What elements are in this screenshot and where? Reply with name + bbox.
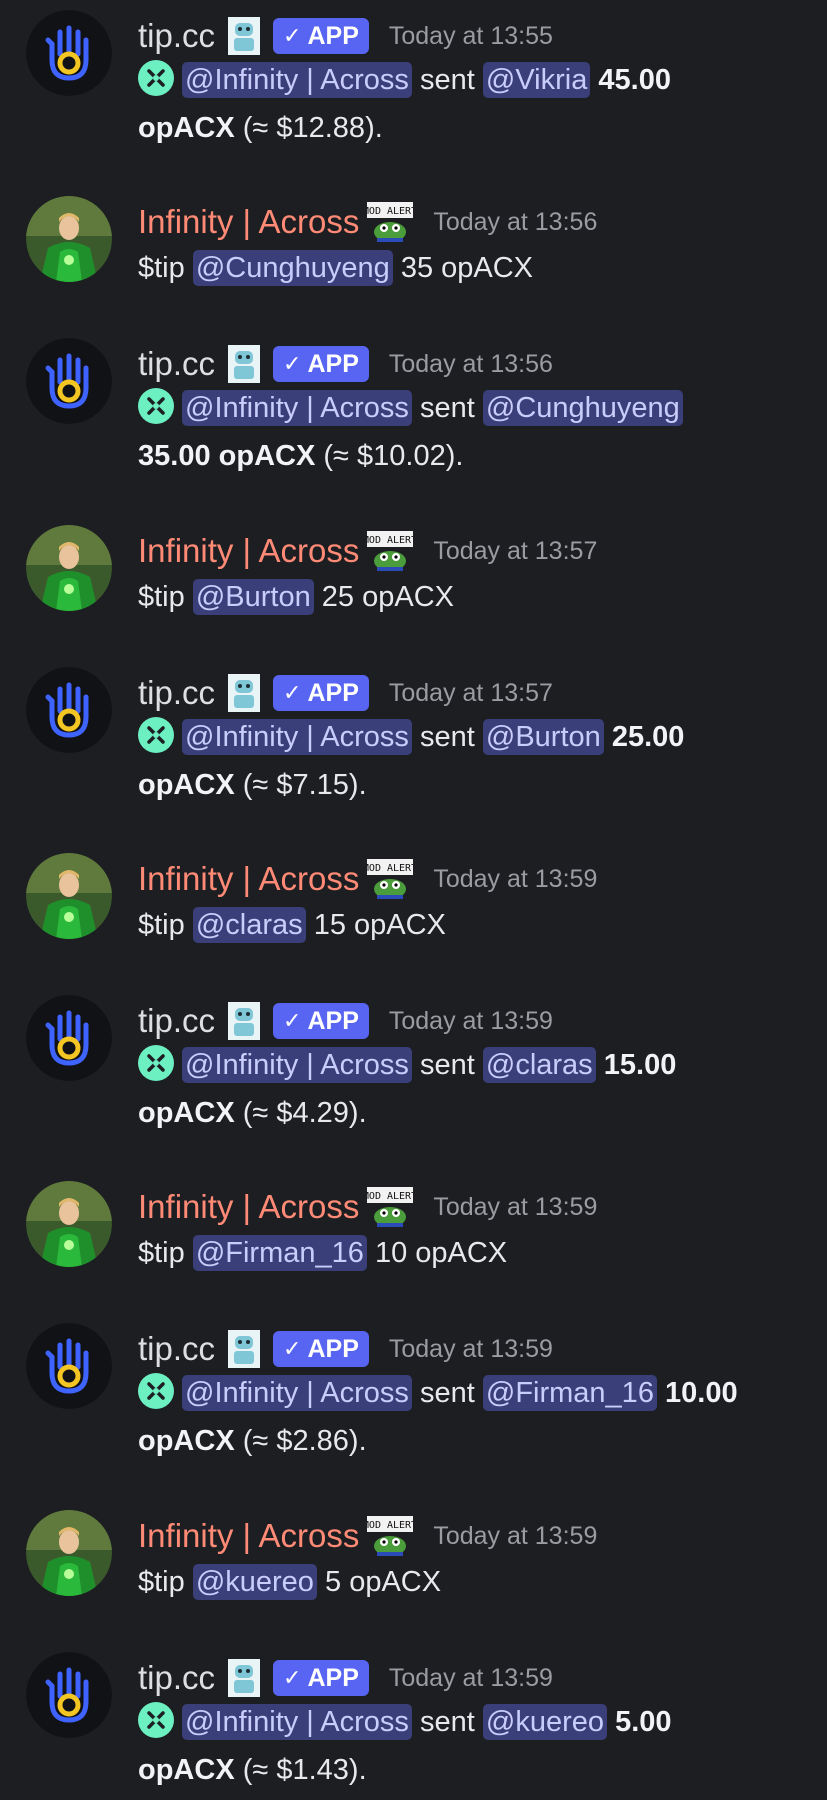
mod-alert-pepe-icon: MOD ALERT [367,531,414,571]
author-name[interactable]: tip.cc [138,17,215,55]
mention-recipient[interactable]: @kuereo [192,1564,317,1600]
message-line-1: $tip @Firman_16 10 opACX [138,1235,508,1271]
author-name[interactable]: Infinity | Across [138,203,359,241]
timestamp[interactable]: Today at 13:57 [433,537,597,566]
robot-icon [228,1002,261,1040]
svg-text:MOD ALERT: MOD ALERT [367,1191,413,1202]
app-badge: ✓ APP [273,18,369,54]
robot-icon [228,674,261,712]
mention-sender[interactable]: @Infinity | Across [182,1047,412,1083]
mention-sender[interactable]: @Infinity | Across [182,1704,412,1740]
timestamp[interactable]: Today at 13:59 [433,1522,597,1551]
avatar-infinity[interactable] [26,196,112,282]
svg-text:MOD ALERT: MOD ALERT [367,863,413,874]
avatar-infinity[interactable] [26,525,112,611]
robot-icon [228,1659,261,1697]
mention-recipient[interactable]: @claras [482,1047,596,1083]
across-token-icon [138,60,174,96]
avatar-tipcc[interactable] [26,338,112,424]
timestamp[interactable]: Today at 13:56 [389,350,553,379]
timestamp[interactable]: Today at 13:59 [389,1664,553,1693]
avatar-tipcc[interactable] [26,1323,112,1409]
author-name[interactable]: tip.cc [138,1330,215,1368]
mention-recipient[interactable]: @Burton [192,579,314,615]
message-line-1: @Infinity | Across sent @Burton 25.00 [138,717,684,757]
across-token-icon [138,717,174,753]
timestamp[interactable]: Today at 13:56 [433,208,597,237]
across-token-icon [138,388,174,424]
mention-recipient[interactable]: @Vikria [482,62,591,98]
mention-recipient[interactable]: @Firman_16 [482,1375,657,1411]
avatar-infinity[interactable] [26,853,112,939]
timestamp[interactable]: Today at 13:59 [433,865,597,894]
avatar-infinity[interactable] [26,1181,112,1267]
author-name[interactable]: tip.cc [138,674,215,712]
svg-text:MOD ALERT: MOD ALERT [367,535,413,546]
mention-recipient[interactable]: @Cunghuyeng [482,390,683,426]
app-badge: ✓ APP [273,1003,369,1039]
message-line-1: $tip @kuereo 5 opACX [138,1564,442,1600]
mention-recipient[interactable]: @claras [192,907,306,943]
across-token-icon [138,1373,174,1409]
robot-icon [228,1330,261,1368]
message-line-1: @Infinity | Across sent @Firman_16 10.00 [138,1373,738,1413]
mod-alert-pepe-icon: MOD ALERT [367,202,414,242]
avatar-tipcc[interactable] [26,667,112,753]
mention-sender[interactable]: @Infinity | Across [182,719,412,755]
author-name[interactable]: tip.cc [138,1002,215,1040]
avatar-tipcc[interactable] [26,995,112,1081]
app-badge: ✓ APP [273,1331,369,1367]
avatar-tipcc[interactable] [26,1652,112,1738]
mention-recipient[interactable]: @Cunghuyeng [192,250,393,286]
app-badge: ✓ APP [273,1660,369,1696]
message-line-2: opACX (≈ $12.88). [138,112,383,144]
across-token-icon [138,1702,174,1738]
mod-alert-pepe-icon: MOD ALERT [367,859,414,899]
mod-alert-pepe-icon: MOD ALERT [367,1187,414,1227]
message-line-1: $tip @Cunghuyeng 35 opACX [138,250,534,286]
svg-text:MOD ALERT: MOD ALERT [367,1520,413,1531]
message-line-1: $tip @claras 15 opACX [138,907,446,943]
mention-sender[interactable]: @Infinity | Across [182,390,412,426]
message-line-2: 35.00 opACX (≈ $10.02). [138,440,464,472]
timestamp[interactable]: Today at 13:59 [389,1007,553,1036]
mention-recipient[interactable]: @Burton [482,719,604,755]
mention-recipient[interactable]: @Firman_16 [192,1235,367,1271]
robot-icon [228,17,261,55]
author-name[interactable]: Infinity | Across [138,1517,359,1555]
mod-alert-pepe-icon: MOD ALERT [367,1516,414,1556]
author-name[interactable]: Infinity | Across [138,1188,359,1226]
message-line-1: @Infinity | Across sent @Vikria 45.00 [138,60,671,100]
timestamp[interactable]: Today at 13:57 [389,679,553,708]
author-name[interactable]: Infinity | Across [138,860,359,898]
message-line-2: opACX (≈ $7.15). [138,769,367,801]
message-line-2: opACX (≈ $2.86). [138,1425,367,1457]
robot-icon [228,345,261,383]
across-token-icon [138,1045,174,1081]
app-badge: ✓ APP [273,675,369,711]
timestamp[interactable]: Today at 13:55 [389,22,553,51]
svg-text:MOD ALERT: MOD ALERT [367,206,413,217]
mention-sender[interactable]: @Infinity | Across [182,62,412,98]
timestamp[interactable]: Today at 13:59 [389,1335,553,1364]
author-name[interactable]: tip.cc [138,345,215,383]
message-line-2: opACX (≈ $1.43). [138,1754,367,1786]
timestamp[interactable]: Today at 13:59 [433,1193,597,1222]
message-line-1: @Infinity | Across sent @Cunghuyeng [138,388,683,428]
author-name[interactable]: tip.cc [138,1659,215,1697]
avatar-tipcc[interactable] [26,10,112,96]
app-badge: ✓ APP [273,346,369,382]
message-feed: tip.cc ✓ APP Today at 13:55 @Infinity | A… [0,0,827,1800]
message-line-2: opACX (≈ $4.29). [138,1097,367,1129]
message-line-1: @Infinity | Across sent @kuereo 5.00 [138,1702,672,1742]
message-line-1: $tip @Burton 25 opACX [138,579,454,615]
mention-sender[interactable]: @Infinity | Across [182,1375,412,1411]
author-name[interactable]: Infinity | Across [138,532,359,570]
message-line-1: @Infinity | Across sent @claras 15.00 [138,1045,676,1085]
mention-recipient[interactable]: @kuereo [482,1704,608,1740]
avatar-infinity[interactable] [26,1510,112,1596]
